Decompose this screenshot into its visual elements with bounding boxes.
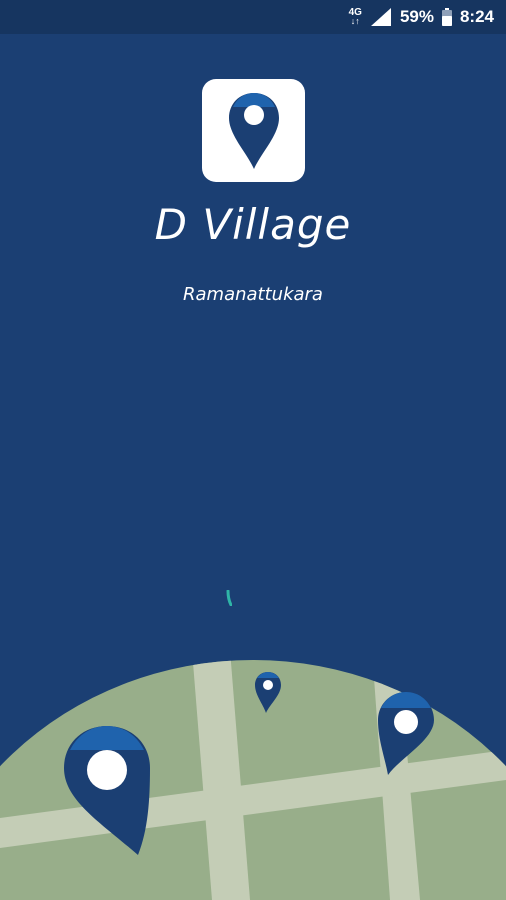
battery-percent: 59% [399,7,434,26]
clock: 8:24 [459,7,494,26]
app-subtitle: Ramanattukara [183,284,323,305]
map-pin-icon [228,92,279,169]
network-type-indicator: 4G ↓↑ [349,8,362,26]
status-bar: 4G ↓↑ 59% 8:24 [0,0,506,34]
globe-map-illustration [0,660,506,900]
network-arrows: ↓↑ [350,16,360,26]
signal-icon [370,8,391,26]
app-title: D Village [154,200,352,249]
loading-spinner [226,590,232,606]
app-logo [202,79,305,182]
battery-icon [441,8,452,26]
